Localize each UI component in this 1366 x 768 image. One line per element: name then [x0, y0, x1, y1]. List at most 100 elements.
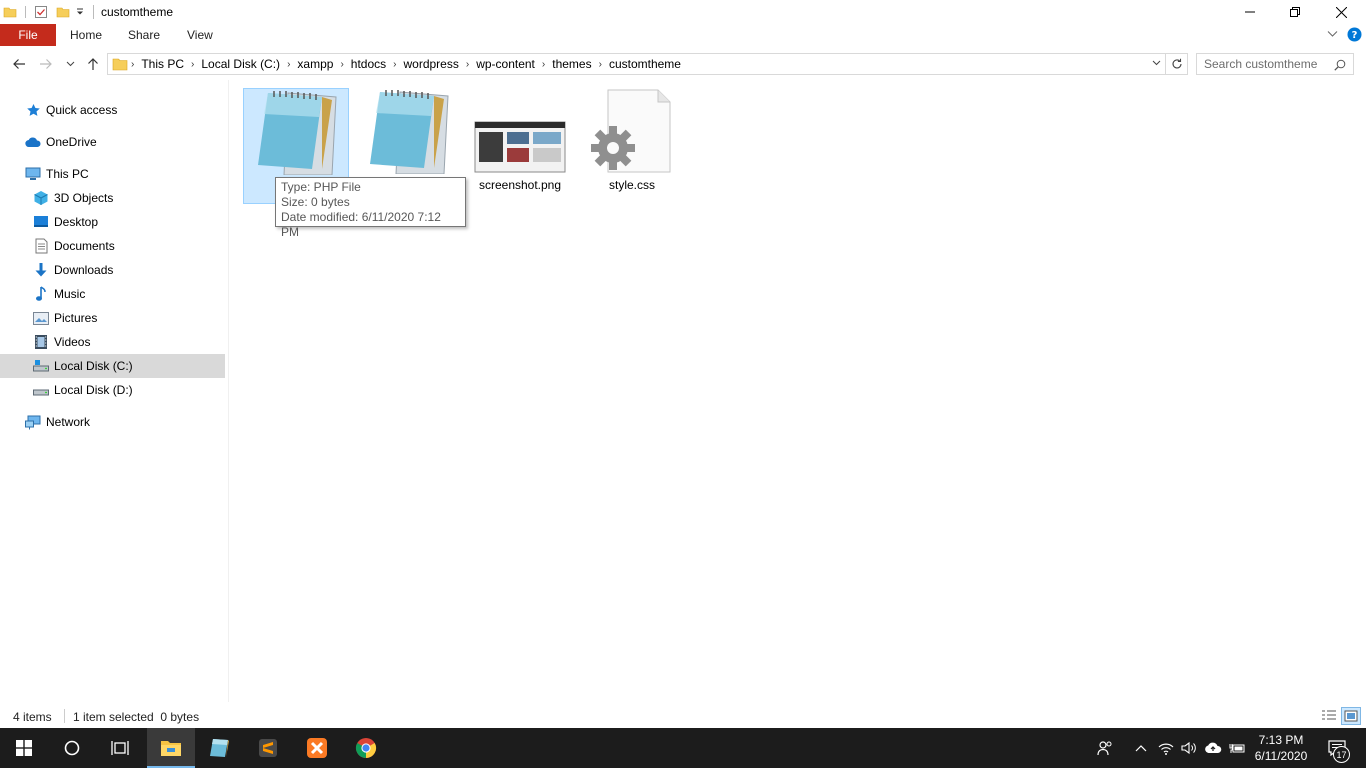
breadcrumb-themes[interactable]: themes	[552, 57, 591, 71]
start-button[interactable]	[0, 728, 48, 768]
address-bar[interactable]: › This PC › Local Disk (C:) › xampp › ht…	[107, 53, 1166, 75]
breadcrumb-this-pc[interactable]: This PC	[141, 57, 184, 71]
drive-icon	[33, 382, 49, 398]
battery-button[interactable]	[1226, 728, 1248, 768]
picture-icon	[33, 310, 49, 326]
cortana-circle-icon	[64, 740, 80, 756]
battery-plug-icon	[1229, 744, 1245, 753]
breadcrumb-xampp[interactable]: xampp	[297, 57, 333, 71]
sidebar-item-label: Downloads	[54, 263, 114, 277]
breadcrumb-separator[interactable]: ›	[393, 59, 396, 70]
recent-locations-button[interactable]	[62, 54, 78, 74]
up-button[interactable]	[83, 54, 103, 74]
taskbar: 7:13 PM 6/11/2020 17	[0, 728, 1366, 768]
breadcrumb-htdocs[interactable]: htdocs	[351, 57, 386, 71]
cloud-upload-icon	[1205, 742, 1222, 753]
up-arrow-icon	[88, 58, 98, 70]
notepad-icon	[210, 739, 229, 757]
network-icon	[25, 414, 41, 430]
breadcrumb-customtheme[interactable]: customtheme	[609, 57, 681, 71]
sidebar-item-downloads[interactable]: Downloads	[0, 258, 225, 282]
sidebar-item-documents[interactable]: Documents	[0, 234, 225, 258]
close-button[interactable]	[1318, 0, 1364, 24]
tab-home[interactable]: Home	[70, 28, 102, 42]
taskbar-sublime-text[interactable]	[244, 728, 292, 768]
clock-time: 7:13 PM	[1258, 733, 1304, 747]
properties-icon[interactable]	[34, 5, 48, 19]
address-dropdown-icon[interactable]	[1152, 60, 1161, 66]
close-icon	[1335, 6, 1347, 18]
tooltip-size: Size: 0 bytes	[281, 195, 350, 209]
network-status-button[interactable]	[1155, 728, 1177, 768]
action-center-button[interactable]: 17	[1322, 728, 1352, 768]
taskbar-xampp[interactable]	[293, 728, 341, 768]
navigation-bar: › This PC › Local Disk (C:) › xampp › ht…	[0, 50, 1366, 78]
breadcrumb-local-disk-c[interactable]: Local Disk (C:)	[201, 57, 280, 71]
search-button[interactable]	[48, 728, 96, 768]
breadcrumb-separator[interactable]: ›	[131, 59, 134, 70]
sidebar-item-desktop[interactable]: Desktop	[0, 210, 225, 234]
breadcrumb-separator[interactable]: ›	[340, 59, 343, 70]
tab-view[interactable]: View	[187, 28, 213, 42]
sidebar-item-network[interactable]: Network	[0, 410, 225, 434]
help-icon[interactable]: ?	[1347, 27, 1362, 42]
wifi-icon	[1158, 743, 1174, 755]
file-name: style.css	[608, 178, 655, 192]
minimize-button[interactable]	[1227, 0, 1273, 24]
people-button[interactable]	[1094, 728, 1116, 768]
file-explorer-icon	[161, 741, 181, 756]
volume-button[interactable]	[1178, 728, 1200, 768]
details-view-icon[interactable]	[1321, 709, 1337, 723]
breadcrumb-wp-content[interactable]: wp-content	[476, 57, 535, 71]
breadcrumb-separator[interactable]: ›	[599, 59, 602, 70]
notepad-icon	[258, 91, 337, 175]
breadcrumb-wordpress[interactable]: wordpress	[403, 57, 458, 71]
task-view-button[interactable]	[96, 728, 144, 768]
sidebar-item-videos[interactable]: Videos	[0, 330, 225, 354]
settings-file-icon	[591, 89, 671, 173]
sidebar-item-music[interactable]: Music	[0, 282, 225, 306]
taskbar-clock[interactable]: 7:13 PM 6/11/2020	[1252, 732, 1310, 764]
sidebar-item-label: Local Disk (D:)	[54, 383, 133, 397]
sidebar-item-onedrive[interactable]: OneDrive	[0, 130, 225, 154]
folder-icon	[3, 7, 17, 18]
taskbar-notepad[interactable]	[195, 728, 243, 768]
breadcrumb-separator[interactable]: ›	[542, 59, 545, 70]
windows-logo-icon	[16, 740, 32, 756]
restore-button[interactable]	[1272, 0, 1318, 24]
expand-ribbon-icon[interactable]	[1327, 30, 1338, 38]
chevron-down-icon	[66, 61, 74, 67]
forward-arrow-icon	[40, 59, 52, 69]
large-icons-view-button[interactable]	[1341, 707, 1361, 725]
sidebar-item-this-pc[interactable]: This PC	[0, 162, 225, 186]
back-button[interactable]	[9, 54, 29, 74]
taskbar-file-explorer[interactable]	[147, 728, 195, 768]
breadcrumb-separator[interactable]: ›	[287, 59, 290, 70]
people-icon	[1097, 741, 1112, 756]
show-hidden-icons-button[interactable]	[1130, 728, 1152, 768]
new-folder-icon[interactable]	[56, 5, 70, 19]
notification-count-badge: 17	[1333, 746, 1350, 763]
refresh-button[interactable]	[1166, 53, 1188, 75]
breadcrumb-separator[interactable]: ›	[191, 59, 194, 70]
film-icon	[33, 334, 49, 350]
sidebar-item-label: Pictures	[54, 311, 98, 325]
sidebar-item-local-disk-d[interactable]: Local Disk (D:)	[0, 378, 225, 402]
taskbar-chrome[interactable]	[342, 728, 390, 768]
selection-info: 1 item selected 0 bytes	[73, 710, 200, 724]
breadcrumb-separator[interactable]: ›	[466, 59, 469, 70]
file-item-style-css[interactable]: style.css	[579, 88, 685, 204]
search-box[interactable]: Search customtheme	[1196, 53, 1354, 75]
tab-file[interactable]: File	[0, 24, 56, 46]
tab-share[interactable]: Share	[128, 28, 160, 42]
status-divider	[64, 709, 65, 723]
onedrive-tray-button[interactable]	[1202, 728, 1224, 768]
restore-icon	[1290, 7, 1300, 17]
customize-toolbar-icon[interactable]	[75, 7, 85, 17]
sidebar-item-pictures[interactable]: Pictures	[0, 306, 225, 330]
file-item-screenshot-png[interactable]: screenshot.png	[467, 88, 573, 204]
forward-button[interactable]	[36, 54, 56, 74]
sidebar-item-3d-objects[interactable]: 3D Objects	[0, 186, 225, 210]
sidebar-item-local-disk-c[interactable]: Local Disk (C:)	[0, 354, 225, 378]
sidebar-item-quick-access[interactable]: Quick access	[0, 98, 225, 122]
